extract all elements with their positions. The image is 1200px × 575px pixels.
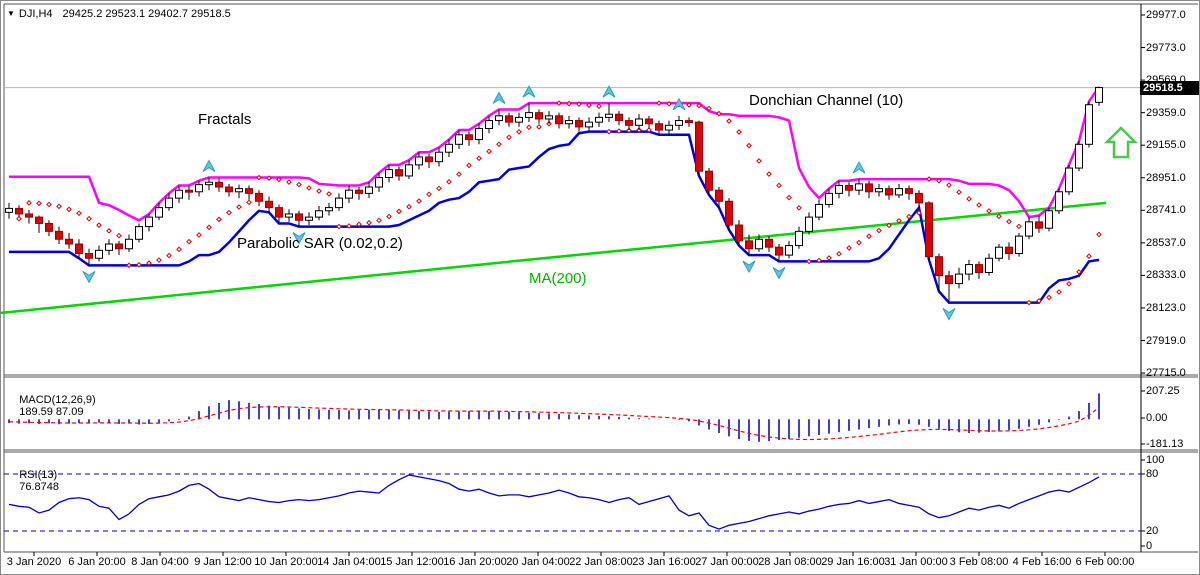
price-axis-label: 28123.0 [1146,302,1186,314]
price-axis-label: 28537.0 [1146,237,1186,249]
time-axis-label: 29 Jan 16:00 [821,556,885,568]
symbol-label: DJI,H4 [19,8,53,20]
macd-axis-label: 207.25 [1146,385,1180,397]
rsi-axis-label: 100 [1146,454,1164,466]
rsi-indicator-name: RSI(13) [19,469,57,481]
time-axis-label: 22 Jan 08:00 [569,556,633,568]
rsi-axis-label: 20 [1146,525,1158,537]
time-axis-label: 8 Jan 04:00 [131,556,189,568]
panel-frames [4,4,1198,552]
macd-indicator-name: MACD(12,26,9) [19,394,95,406]
rsi-indicator-value: 76.8748 [19,481,59,493]
fractal-up-arrow-icon [203,161,215,172]
chart-header: ▼ DJI,H4 29425.2 29523.1 29402.7 29518.5 [7,8,231,20]
price-axis-label: 27919.0 [1146,335,1186,347]
fractal-down-arrow-icon [943,309,955,320]
rsi-panel-label: RSI(13) 76.8748 [7,457,59,505]
price-axis-label: 28741.0 [1146,204,1186,216]
current-price-tag: 29518.5 [1140,81,1199,95]
macd-histogram[interactable] [9,393,1099,441]
time-axis-label: 6 Feb 00:00 [1076,556,1135,568]
price-axis-label: 28333.0 [1146,269,1186,281]
time-axis-label: 9 Jan 12:00 [194,556,252,568]
time-axis-label: 10 Jan 20:00 [254,556,318,568]
macd-panel-label: MACD(12,26,9) 189.59 87.09 [7,382,96,430]
price-axis-label: 29773.0 [1146,42,1186,54]
rsi-line[interactable] [9,475,1099,529]
donchian-annotation[interactable]: Donchian Channel (10) [749,92,903,109]
macd-signal-line [9,407,1099,440]
chart-window: ▼ DJI,H4 29425.2 29523.1 29402.7 29518.5… [0,0,1200,575]
price-axis-label: 27715.0 [1146,367,1186,379]
rsi-axis-label: 0 [1146,540,1152,552]
price-axis-label: 28951.0 [1146,172,1186,184]
axis-ticks [34,15,1145,556]
chart-canvas[interactable] [1,1,1200,575]
time-axis-label: 23 Jan 16:00 [632,556,696,568]
time-axis-label: 14 Jan 04:00 [317,556,381,568]
time-axis-label: 6 Jan 20:00 [68,556,126,568]
time-axis-label: 16 Jan 20:00 [443,556,507,568]
macd-axis-label: -181.13 [1146,438,1183,450]
fractal-up-arrow-icon [493,92,505,103]
trend-up-arrow-icon[interactable] [1107,128,1135,157]
price-axis-label: 29155.0 [1146,139,1186,151]
quote-ohlc-values: 29425.2 29523.1 29402.7 29518.5 [63,8,231,20]
price-axis-label: 29977.0 [1146,9,1186,21]
symbol-dropdown-icon[interactable]: ▼ [7,10,15,18]
ma200-annotation[interactable]: MA(200) [529,270,587,287]
time-axis-label: 3 Jan 2020 [7,556,61,568]
time-axis-label: 28 Jan 08:00 [758,556,822,568]
time-axis-label: 31 Jan 00:00 [884,556,948,568]
fractals-annotation[interactable]: Fractals [198,111,251,128]
macd-axis-label: 0.00 [1146,412,1167,424]
time-axis-label: 3 Feb 08:00 [950,556,1009,568]
time-axis-label: 15 Jan 12:00 [380,556,444,568]
rsi-axis-label: 80 [1146,468,1158,480]
macd-indicator-values: 189.59 87.09 [19,406,83,418]
parabolic-sar-annotation[interactable]: Parabolic SAR (0.02,0.2) [237,235,403,252]
price-axis-label: 29359.0 [1146,107,1186,119]
fractal-down-arrow-icon [83,271,95,282]
time-axis-label: 20 Jan 04:00 [506,556,570,568]
time-axis-label: 4 Feb 16:00 [1013,556,1072,568]
time-axis-label: 27 Jan 00:00 [695,556,759,568]
fractal-down-arrow-icon [773,267,785,278]
fractal-up-arrow-icon [853,162,865,173]
fractal-down-arrow-icon [743,261,755,272]
